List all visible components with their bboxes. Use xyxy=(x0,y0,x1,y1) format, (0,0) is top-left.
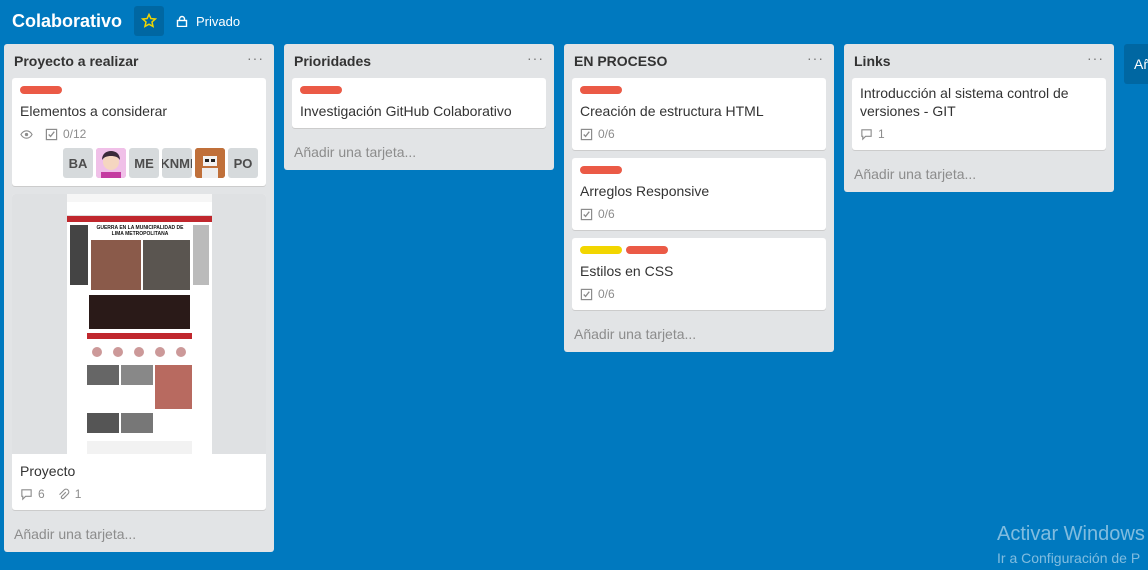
checklist-count: 0/12 xyxy=(63,127,87,141)
card-label xyxy=(580,86,622,94)
list-title[interactable]: Prioridades xyxy=(294,53,371,69)
list-title[interactable]: Links xyxy=(854,53,891,69)
checklist-icon xyxy=(580,288,593,300)
list-proyecto-a-realizar: Proyecto a realizar ··· Elementos a cons… xyxy=(4,44,274,552)
card-cover-image: GUERRA EN LA MUNICIPALIDAD DE LIMA METRO… xyxy=(12,194,266,454)
list-menu-icon[interactable]: ··· xyxy=(807,51,824,71)
add-card-button[interactable]: Añadir una tarjeta... xyxy=(852,158,1106,192)
card-label xyxy=(580,246,622,254)
checklist-badge: 0/6 xyxy=(580,287,615,301)
member-avatar-photo[interactable] xyxy=(195,148,225,178)
checklist-badge: 0/6 xyxy=(580,207,615,221)
star-icon xyxy=(141,13,158,28)
checklist-icon xyxy=(580,208,593,220)
add-list-button[interactable]: Añ xyxy=(1124,44,1148,84)
cover-headline: GUERRA EN LA MUNICIPALIDAD DE LIMA METRO… xyxy=(96,225,184,237)
card-label xyxy=(580,166,622,174)
card-title: Estilos en CSS xyxy=(580,263,674,279)
attachments-badge: 1 xyxy=(57,487,82,501)
member-avatar-photo[interactable] xyxy=(96,148,126,178)
list-en-proceso: EN PROCESO ··· Creación de estructura HT… xyxy=(564,44,834,352)
card-arreglos-responsive[interactable]: Arreglos Responsive 0/6 xyxy=(572,158,826,230)
windows-activation-watermark: Activar Windows Ir a Configuración de P xyxy=(997,523,1145,566)
card-elementos-a-considerar[interactable]: Elementos a considerar 0/12 BA ME KNMI P… xyxy=(12,78,266,186)
add-card-button[interactable]: Añadir una tarjeta... xyxy=(572,318,826,352)
comments-count: 6 xyxy=(38,487,45,501)
avatar-icon xyxy=(195,148,225,178)
list-menu-icon[interactable]: ··· xyxy=(527,51,544,71)
card-title: Arreglos Responsive xyxy=(580,183,710,199)
list-title[interactable]: EN PROCESO xyxy=(574,53,667,69)
add-card-button[interactable]: Añadir una tarjeta... xyxy=(292,136,546,170)
eye-icon xyxy=(20,129,33,139)
card-estilos-css[interactable]: Estilos en CSS 0/6 xyxy=(572,238,826,310)
card-label xyxy=(300,86,342,94)
member-avatar[interactable]: BA xyxy=(63,148,93,178)
checklist-count: 0/6 xyxy=(598,207,615,221)
card-title: Investigación GitHub Colaborativo xyxy=(300,103,512,119)
card-title: Elementos a considerar xyxy=(20,103,168,119)
card-creacion-estructura-html[interactable]: Creación de estructura HTML 0/6 xyxy=(572,78,826,150)
list-links: Links ··· Introducción al sistema contro… xyxy=(844,44,1114,192)
member-avatar[interactable]: KNMI xyxy=(162,148,192,178)
card-label xyxy=(20,86,62,94)
member-avatar[interactable]: ME xyxy=(129,148,159,178)
list-title[interactable]: Proyecto a realizar xyxy=(14,53,139,69)
card-label xyxy=(626,246,668,254)
avatar-icon xyxy=(96,148,126,178)
board-header: Colaborativo Privado xyxy=(0,0,1148,42)
checklist-badge: 0/12 xyxy=(45,127,86,141)
comment-icon xyxy=(861,128,872,140)
comments-badge: 1 xyxy=(860,127,885,141)
list-menu-icon[interactable]: ··· xyxy=(247,51,264,71)
add-card-button[interactable]: Añadir una tarjeta... xyxy=(12,518,266,552)
board-title[interactable]: Colaborativo xyxy=(12,11,122,32)
checklist-count: 0/6 xyxy=(598,287,615,301)
card-title: Introducción al sistema control de versi… xyxy=(860,85,1069,119)
comments-count: 1 xyxy=(878,127,885,141)
paperclip-icon xyxy=(58,488,69,499)
card-introduccion-git[interactable]: Introducción al sistema control de versi… xyxy=(852,78,1106,150)
list-prioridades: Prioridades ··· Investigación GitHub Col… xyxy=(284,44,554,170)
checklist-count: 0/6 xyxy=(598,127,615,141)
star-button[interactable] xyxy=(134,6,165,36)
comment-icon xyxy=(21,488,32,500)
attachments-count: 1 xyxy=(74,487,82,501)
watermark-title: Activar Windows xyxy=(997,523,1145,545)
card-title: Creación de estructura HTML xyxy=(580,103,764,119)
comments-badge: 6 xyxy=(20,487,45,501)
checklist-icon xyxy=(580,128,593,140)
lock-icon xyxy=(176,15,188,27)
list-menu-icon[interactable]: ··· xyxy=(1087,51,1104,71)
watch-badge xyxy=(20,128,33,141)
checklist-badge: 0/6 xyxy=(580,127,615,141)
checklist-icon xyxy=(45,128,58,140)
cover-screenshot: GUERRA EN LA MUNICIPALIDAD DE LIMA METRO… xyxy=(66,194,212,454)
watermark-subtitle: Ir a Configuración de P xyxy=(997,550,1141,566)
visibility-label: Privado xyxy=(196,13,241,29)
card-proyecto[interactable]: GUERRA EN LA MUNICIPALIDAD DE LIMA METRO… xyxy=(12,194,266,510)
member-avatar[interactable]: PO xyxy=(228,148,258,178)
visibility-button[interactable]: Privado xyxy=(176,14,240,29)
card-investigacion-github[interactable]: Investigación GitHub Colaborativo xyxy=(292,78,546,128)
card-title: Proyecto xyxy=(20,463,76,479)
